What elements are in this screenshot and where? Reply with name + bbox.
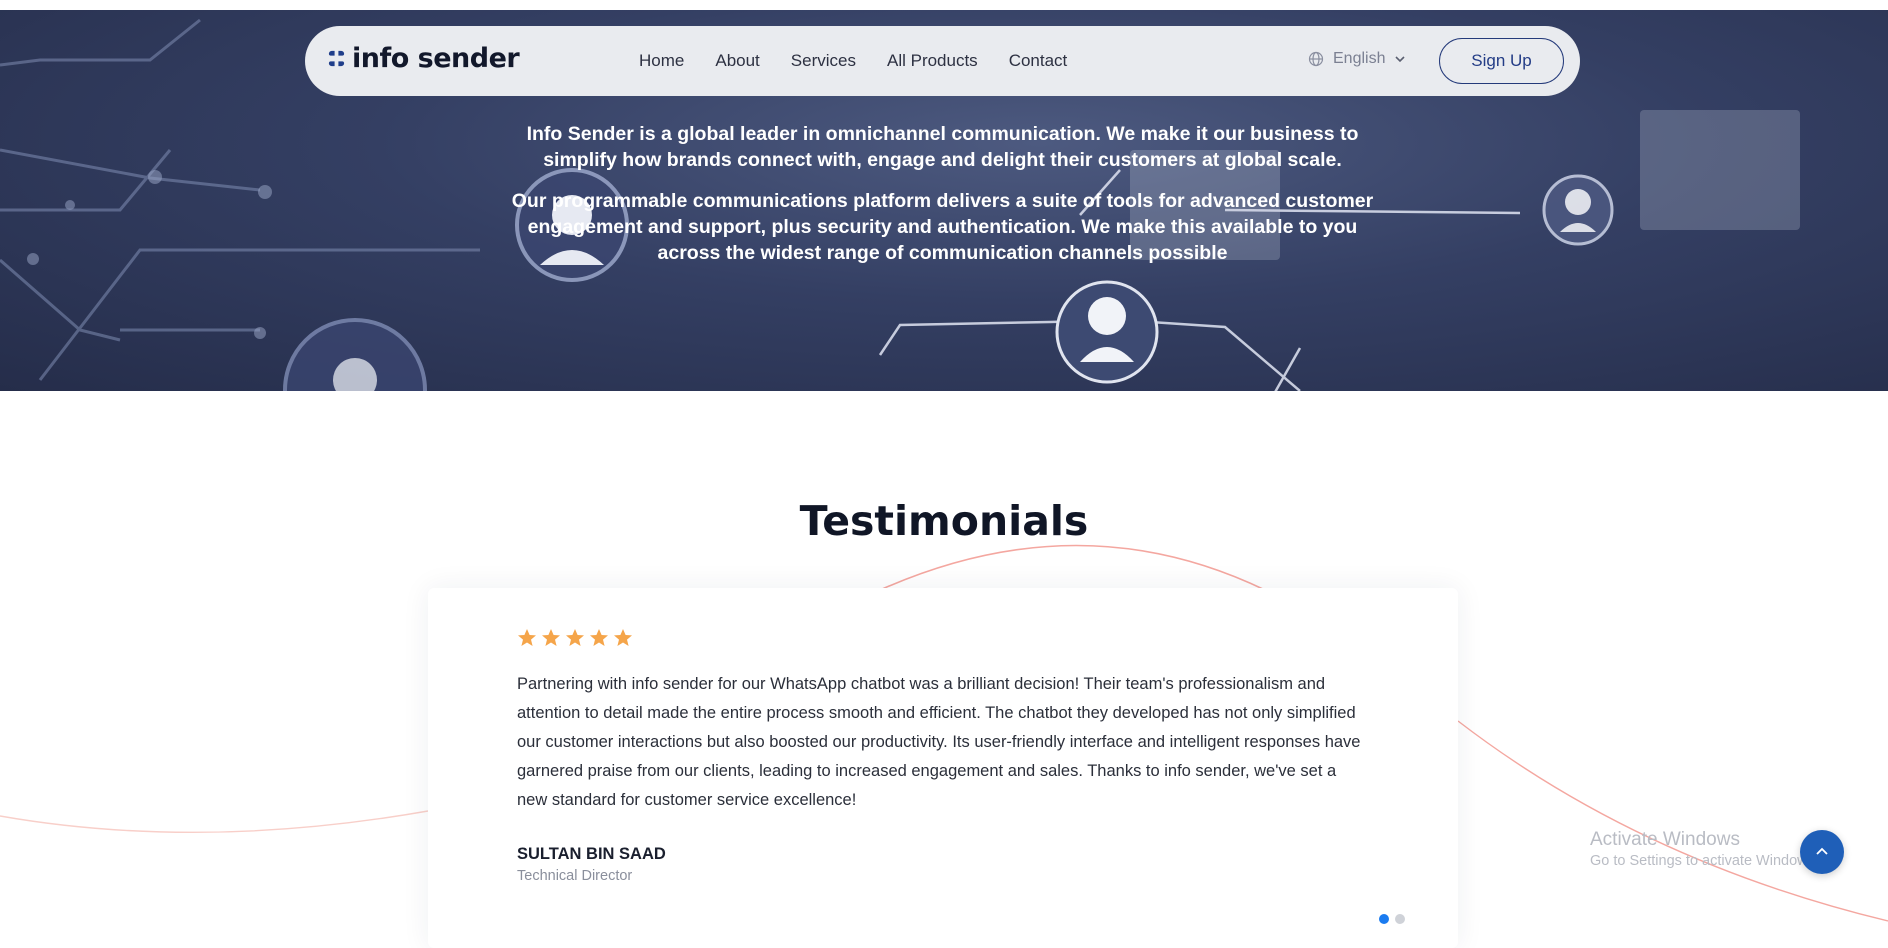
sign-up-button[interactable]: Sign Up (1439, 38, 1564, 84)
testimonial-card: Partnering with info sender for our What… (428, 588, 1458, 948)
nav-link-services[interactable]: Services (791, 51, 856, 71)
watermark-subtitle: Go to Settings to activate Windows. (1590, 853, 1819, 869)
star-icon (566, 629, 584, 646)
star-icon (518, 629, 536, 646)
nav-links: Home About Services All Products Contact (639, 51, 1067, 71)
windows-activation-watermark: Activate Windows Go to Settings to activ… (1590, 829, 1819, 869)
logo-text: info sender (352, 43, 520, 74)
carousel-dot-2[interactable] (1395, 914, 1405, 924)
carousel-dot-1[interactable] (1379, 914, 1389, 924)
nav-link-home[interactable]: Home (639, 51, 684, 71)
language-label: English (1333, 50, 1386, 67)
chevron-up-icon (1816, 847, 1828, 855)
nav-link-about[interactable]: About (715, 51, 759, 71)
globe-icon (1308, 51, 1324, 67)
testimonial-quote: Partnering with info sender for our What… (517, 675, 1361, 809)
testimonials-title: Testimonials (799, 497, 1089, 545)
carousel-dots (1379, 914, 1405, 924)
testimonial-author: SULTAN BIN SAAD (517, 845, 666, 863)
chevron-down-icon (1395, 56, 1406, 63)
star-icon (614, 629, 632, 646)
nav-link-contact[interactable]: Contact (1009, 51, 1068, 71)
language-selector[interactable]: English (1308, 50, 1406, 68)
user-avatar-icon (283, 318, 427, 391)
user-avatar-icon (1055, 280, 1159, 384)
top-navbar: info sender Home About Services All Prod… (305, 26, 1580, 96)
hero-paragraph-2: Our programmable communications platform… (511, 190, 1374, 264)
logo[interactable]: info sender (327, 43, 520, 74)
scroll-to-top-button[interactable] (1800, 830, 1844, 874)
watermark-title: Activate Windows (1590, 829, 1740, 850)
hero-section: info sender Home About Services All Prod… (0, 10, 1888, 391)
user-avatar-icon (1542, 174, 1614, 246)
top-strip (0, 0, 1888, 10)
brand-mark-icon (328, 50, 345, 67)
star-icon (542, 629, 560, 646)
nav-link-all-products[interactable]: All Products (887, 51, 978, 71)
hero-paragraph-1: Info Sender is a global leader in omnich… (526, 123, 1359, 171)
rating-stars (517, 628, 633, 648)
star-icon (590, 629, 608, 646)
testimonial-role: Technical Director (517, 868, 633, 884)
